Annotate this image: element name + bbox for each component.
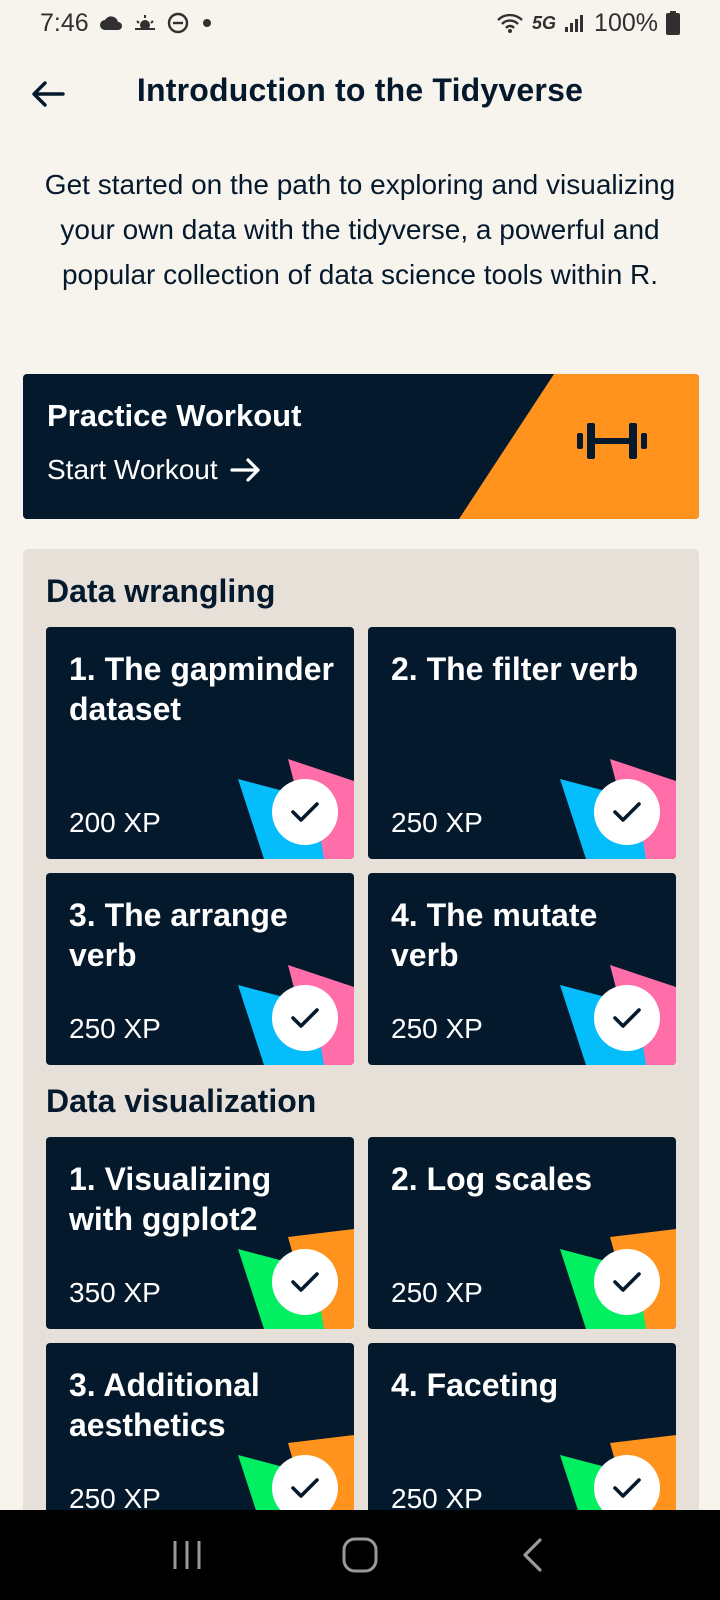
- lesson-card[interactable]: 1. The gapminder dataset 200 XP: [46, 627, 354, 859]
- battery-icon: [666, 11, 680, 35]
- arrow-right-icon: [230, 458, 260, 482]
- notification-dot-icon: [199, 15, 215, 31]
- completed-check-icon: [594, 1249, 660, 1315]
- lesson-title: 3. The arrange verb: [69, 897, 288, 973]
- weather-sun-icon: [133, 13, 157, 33]
- system-navigation-bar: [0, 1510, 720, 1600]
- chapter-panel: Data wrangling 1. The gapminder dataset …: [23, 549, 699, 1600]
- lesson-xp: 200 XP: [69, 807, 161, 838]
- home-icon: [342, 1537, 378, 1573]
- battery-percent: 100%: [594, 8, 658, 37]
- signal-icon: [564, 13, 586, 33]
- lesson-card[interactable]: 2. Log scales 250 XP: [368, 1137, 676, 1329]
- network-type: 5G: [532, 12, 557, 33]
- lesson-title: 1. Visualizing with ggplot2: [69, 1161, 272, 1237]
- system-back-button[interactable]: [493, 1525, 573, 1585]
- wifi-icon: [496, 12, 524, 34]
- lesson-title: 4. The mutate verb: [391, 897, 598, 973]
- lesson-xp: 250 XP: [391, 1277, 483, 1308]
- practice-workout-card[interactable]: Practice Workout Start Workout: [23, 374, 699, 519]
- completed-check-icon: [272, 985, 338, 1051]
- lesson-title: 2. The filter verb: [391, 651, 639, 687]
- lesson-card[interactable]: 4. The mutate verb 250 XP: [368, 873, 676, 1065]
- recent-apps-button[interactable]: [147, 1525, 227, 1585]
- status-time: 7:46: [40, 8, 89, 37]
- lesson-title: 2. Log scales: [391, 1161, 592, 1197]
- do-not-disturb-icon: [167, 12, 189, 34]
- home-button[interactable]: [320, 1525, 400, 1585]
- lesson-xp: 250 XP: [69, 1013, 161, 1044]
- lesson-card[interactable]: 1. Visualizing with ggplot2 350 XP: [46, 1137, 354, 1329]
- completed-check-icon: [272, 779, 338, 845]
- workout-accent-shape: [459, 374, 699, 519]
- cloud-icon: [99, 15, 123, 31]
- lesson-xp: 250 XP: [391, 807, 483, 838]
- section-title-data-visualization: Data visualization: [46, 1083, 317, 1119]
- course-description: Get started on the path to exploring and…: [44, 169, 676, 290]
- section-title-data-wrangling: Data wrangling: [46, 573, 276, 609]
- lesson-card[interactable]: 3. Additional aesthetics 250 XP: [46, 1343, 354, 1535]
- chevron-left-icon: [523, 1538, 542, 1572]
- workout-title: Practice Workout: [47, 398, 302, 433]
- lesson-card[interactable]: 3. The arrange verb 250 XP: [46, 873, 354, 1065]
- lesson-card[interactable]: 2. The filter verb 250 XP: [368, 627, 676, 859]
- lesson-xp: 350 XP: [69, 1277, 161, 1308]
- lesson-card[interactable]: 4. Faceting 250 XP: [368, 1343, 676, 1535]
- header: Introduction to the Tidyverse: [0, 62, 720, 126]
- recent-apps-icon: [173, 1541, 201, 1569]
- dumbbell-icon: [577, 423, 647, 459]
- completed-check-icon: [594, 985, 660, 1051]
- status-bar: 7:46 5G 100%: [0, 0, 720, 46]
- start-workout-link[interactable]: Start Workout: [47, 454, 262, 486]
- lesson-title: 4. Faceting: [391, 1367, 559, 1403]
- page-title: Introduction to the Tidyverse: [136, 72, 584, 108]
- completed-check-icon: [594, 779, 660, 845]
- lesson-xp: 250 XP: [391, 1013, 483, 1044]
- lesson-title: 1. The gapminder dataset: [69, 651, 334, 727]
- completed-check-icon: [272, 1249, 338, 1315]
- lesson-title: 3. Additional aesthetics: [69, 1367, 260, 1443]
- start-workout-label: Start Workout: [47, 454, 218, 485]
